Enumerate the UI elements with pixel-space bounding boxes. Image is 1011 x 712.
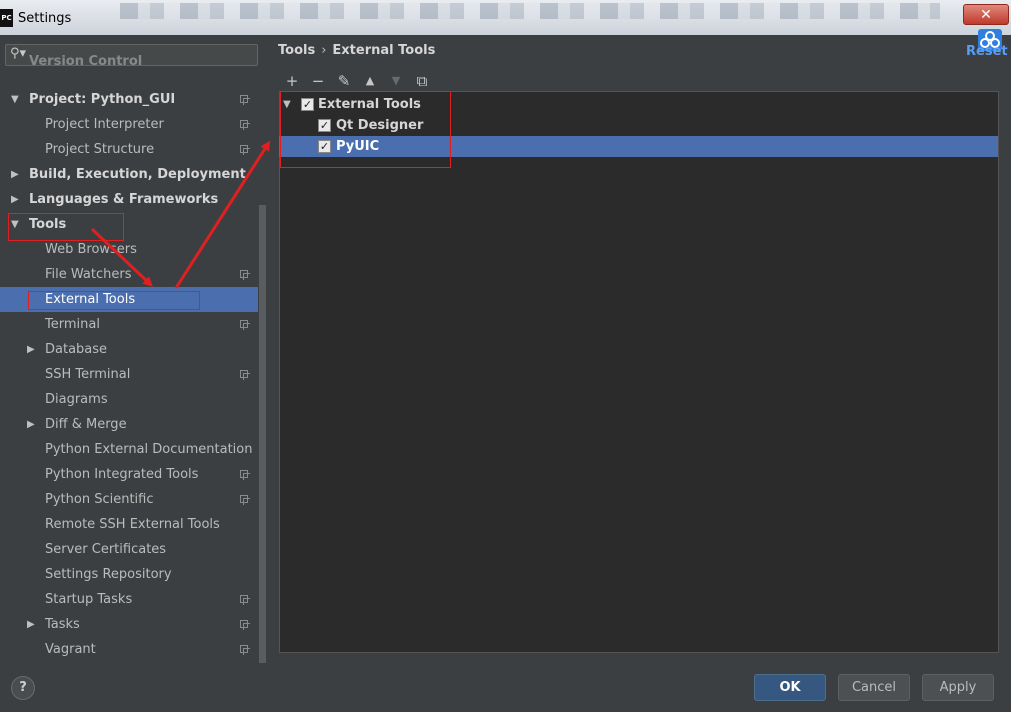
annotation-arrow-up: [174, 140, 271, 289]
annotation-arrows: [90, 140, 271, 289]
annotation-arrow-down: [90, 227, 153, 287]
